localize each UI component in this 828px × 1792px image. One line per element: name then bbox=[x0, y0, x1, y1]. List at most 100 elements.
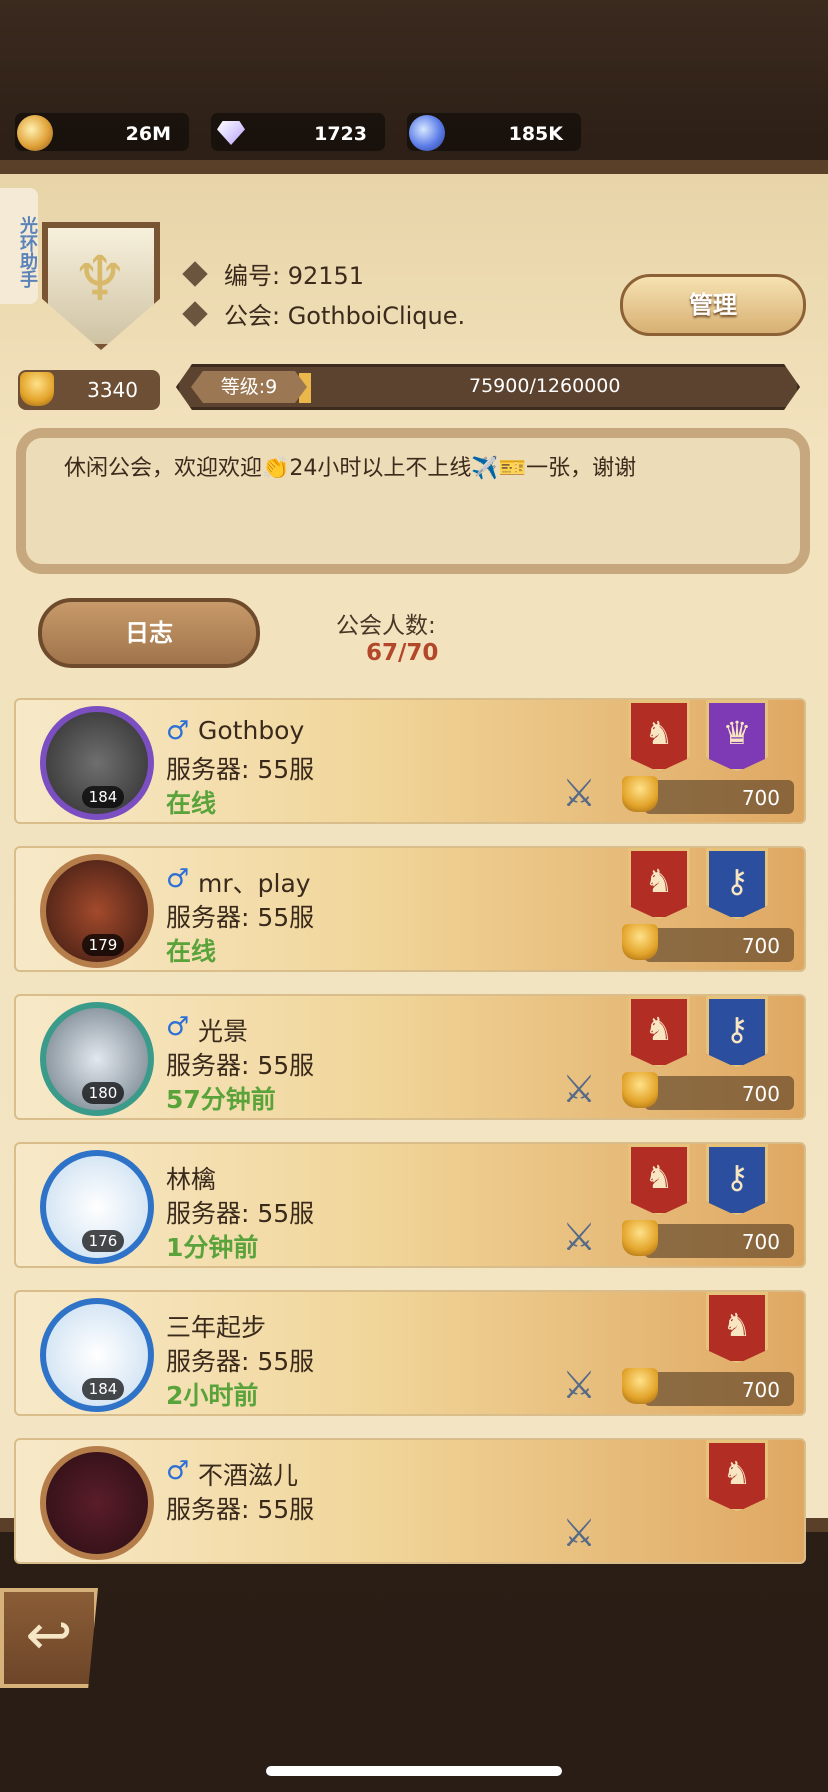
member-level: 180 bbox=[82, 1082, 124, 1104]
crossed-swords-icon: ⚔ bbox=[561, 1067, 597, 1111]
guild-name: 公会: GothboiClique. bbox=[224, 302, 466, 330]
trophy-icon bbox=[622, 924, 658, 960]
diamond-amount: 1723 bbox=[314, 123, 367, 145]
trophy-icon bbox=[622, 776, 658, 812]
blue-orb-icon bbox=[409, 115, 445, 151]
back-button[interactable]: ↩ bbox=[0, 1588, 98, 1688]
member-status: 在线 bbox=[166, 937, 217, 966]
member-status: 在线 bbox=[166, 789, 217, 818]
manage-button[interactable]: 管理 bbox=[620, 274, 806, 336]
red-banner-icon[interactable]: ♞ bbox=[628, 848, 690, 920]
member-score: 700 bbox=[741, 1082, 780, 1106]
member-avatar[interactable]: 176 bbox=[40, 1150, 154, 1264]
member-avatar[interactable]: 180 bbox=[40, 1002, 154, 1116]
member-row[interactable]: 179 ♂ mr、play 服务器: 55服 在线 ♞ ⚷ 700 bbox=[14, 846, 806, 972]
member-name: 不酒滋儿 bbox=[198, 1461, 299, 1490]
member-avatar[interactable] bbox=[40, 1446, 154, 1560]
level-progress-text: 75900/1260000 bbox=[469, 375, 621, 397]
member-name: 光景 bbox=[198, 1017, 249, 1046]
male-gender-icon: ♂ bbox=[166, 1456, 190, 1486]
member-avatar[interactable]: 184 bbox=[40, 706, 154, 820]
crossed-swords-icon: ⚔ bbox=[561, 1511, 597, 1555]
member-score-box: 700 bbox=[622, 776, 794, 814]
guild-announcement: 休闲公会，欢迎欢迎👏24小时以上不上线✈️🎫一张，谢谢 bbox=[16, 428, 810, 574]
guild-id-line: 编号: 92151 bbox=[182, 256, 365, 291]
member-status: 2小时前 bbox=[166, 1381, 259, 1410]
member-server: 服务器: 55服 bbox=[166, 1051, 315, 1080]
member-score: 700 bbox=[741, 786, 780, 810]
member-row[interactable]: 180 ♂ 光景服务器: 55服 57分钟前 ⚔ ♞ ⚷ 700 bbox=[14, 994, 806, 1120]
trophy-icon bbox=[622, 1072, 658, 1108]
member-level: 176 bbox=[82, 1230, 124, 1252]
trophy-icon bbox=[20, 372, 54, 406]
assistant-side-tab[interactable]: 光环助手 bbox=[0, 188, 38, 304]
member-score-box: 700 bbox=[622, 1072, 794, 1110]
gold-amount: 26M bbox=[125, 123, 171, 145]
crossed-swords-icon: ⚔ bbox=[561, 1363, 597, 1407]
bullet-icon bbox=[182, 260, 208, 287]
member-name: mr、play bbox=[198, 869, 311, 898]
member-row[interactable]: 184 ♂ Gothboy 服务器: 55服 在线 ⚔ ♞ ♛ 700 bbox=[14, 698, 806, 824]
male-gender-icon: ♂ bbox=[166, 864, 190, 894]
back-arrow-icon: ↩ bbox=[25, 1603, 73, 1668]
male-gender-icon: ♂ bbox=[166, 1012, 190, 1042]
currency-bar: 26M 1723 185K bbox=[14, 112, 814, 154]
member-score: 700 bbox=[741, 1230, 780, 1254]
red-banner-icon[interactable]: ♞ bbox=[706, 1292, 768, 1364]
member-score-box: 700 bbox=[622, 1220, 794, 1258]
guild-level: 等级:9 bbox=[191, 371, 307, 403]
trophy-icon bbox=[622, 1368, 658, 1404]
member-row[interactable]: ♂ 不酒滋儿服务器: 55服 ⚔ ♞ bbox=[14, 1438, 806, 1564]
member-count-value: 67/70 bbox=[366, 640, 439, 666]
member-level: 179 bbox=[82, 934, 124, 956]
member-level: 184 bbox=[82, 786, 124, 808]
male-gender-icon: ♂ bbox=[166, 716, 190, 746]
red-banner-icon[interactable]: ♞ bbox=[706, 1440, 768, 1512]
member-avatar[interactable]: 179 bbox=[40, 854, 154, 968]
red-banner-icon[interactable]: ♞ bbox=[628, 1144, 690, 1216]
guild-trophies: 3340 bbox=[87, 378, 138, 402]
guild-screen: 26M 1723 185K 光环助手 编号: 92151 公会: Gothboi… bbox=[0, 0, 828, 1792]
diamond-currency: 1723 bbox=[210, 112, 386, 152]
member-status: 57分钟前 bbox=[166, 1085, 276, 1114]
member-row[interactable]: 176 林檎 服务器: 55服 1分钟前 ⚔ ♞ ⚷ 700 bbox=[14, 1142, 806, 1268]
blue-banner-icon[interactable]: ⚷ bbox=[706, 1144, 768, 1216]
home-indicator[interactable] bbox=[266, 1766, 562, 1776]
orb-amount: 185K bbox=[508, 123, 563, 145]
diamond-icon bbox=[213, 115, 249, 151]
member-name: 林檎 bbox=[166, 1165, 217, 1194]
member-server: 服务器: 55服 bbox=[166, 903, 315, 932]
member-avatar[interactable]: 184 bbox=[40, 1298, 154, 1412]
guild-id: 编号: 92151 bbox=[224, 262, 365, 290]
member-row[interactable]: 184 三年起步服务器: 55服 2小时前 ⚔ ♞ 700 bbox=[14, 1290, 806, 1416]
member-score: 700 bbox=[741, 934, 780, 958]
orb-currency: 185K bbox=[406, 112, 582, 152]
crossed-swords-icon: ⚔ bbox=[561, 1215, 597, 1259]
member-count-label: 公会人数: bbox=[336, 613, 436, 639]
guild-trophy-box: 3340 bbox=[18, 370, 160, 410]
member-name: 三年起步 bbox=[166, 1313, 267, 1342]
red-banner-icon[interactable]: ♞ bbox=[628, 996, 690, 1068]
member-server: 服务器: 55服 bbox=[166, 1347, 315, 1376]
gold-currency: 26M bbox=[14, 112, 190, 152]
member-score: 700 bbox=[741, 1378, 780, 1402]
member-server: 服务器: 55服 bbox=[166, 755, 315, 784]
member-score-box: 700 bbox=[622, 924, 794, 962]
gold-coin-icon bbox=[17, 115, 53, 151]
member-list: 184 ♂ Gothboy 服务器: 55服 在线 ⚔ ♞ ♛ 700 179 ♂ mr、play 服务… bbox=[14, 698, 806, 1586]
blue-banner-icon[interactable]: ⚷ bbox=[706, 848, 768, 920]
blue-banner-icon[interactable]: ⚷ bbox=[706, 996, 768, 1068]
announcement-text: 休闲公会，欢迎欢迎👏24小时以上不上线✈️🎫一张，谢谢 bbox=[64, 456, 637, 481]
trophy-icon bbox=[622, 1220, 658, 1256]
purple-banner-icon[interactable]: ♛ bbox=[706, 700, 768, 772]
red-banner-icon[interactable]: ♞ bbox=[628, 700, 690, 772]
member-level: 184 bbox=[82, 1378, 124, 1400]
guild-name-line: 公会: GothboiClique. bbox=[182, 296, 466, 331]
member-name: Gothboy bbox=[198, 716, 305, 745]
member-server: 服务器: 55服 bbox=[166, 1495, 315, 1524]
bullet-icon bbox=[182, 300, 208, 327]
member-score-box: 700 bbox=[622, 1368, 794, 1406]
log-button[interactable]: 日志 bbox=[38, 598, 260, 668]
crossed-swords-icon: ⚔ bbox=[561, 771, 597, 815]
member-status: 1分钟前 bbox=[166, 1233, 259, 1262]
